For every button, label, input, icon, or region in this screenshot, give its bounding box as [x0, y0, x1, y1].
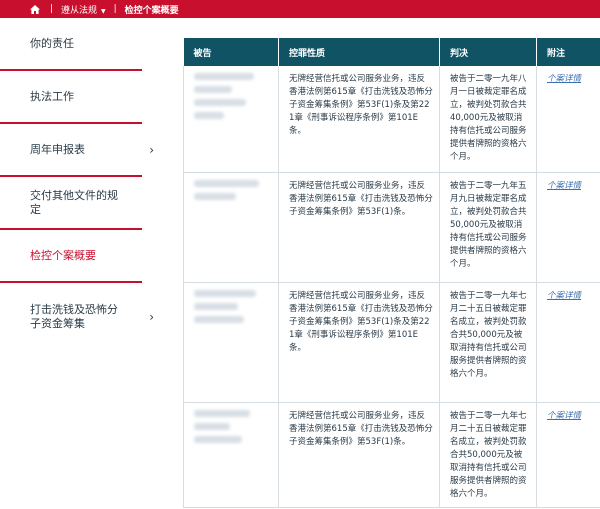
- home-icon[interactable]: [30, 4, 40, 14]
- sidebar-item-label: 你的责任: [30, 36, 74, 50]
- case-details-link[interactable]: 个案详情: [547, 181, 581, 191]
- charge-cell: 无牌经营信托或公司服务业务，违反香港法例第615章《打击洗钱及恐怖分子资金筹集条…: [278, 282, 440, 403]
- column-header-defendant: 被告: [183, 38, 279, 66]
- column-header-verdict: 判决: [439, 38, 537, 66]
- breadcrumb-bar: | 遵从法规 ▼ | 检控个案概要: [0, 0, 600, 18]
- sidebar-item-other-documents[interactable]: 交付其他文件的规定: [0, 177, 142, 230]
- verdict-cell: 被告于二零一九年五月九日被裁定罪名成立，被判处罚款合共50,000元及被取消持有…: [439, 172, 537, 283]
- table-row: 无牌经营信托或公司服务业务，违反香港法例第615章《打击洗钱及恐怖分子资金筹集条…: [183, 282, 600, 403]
- sidebar-item-label: 周年申报表: [30, 142, 85, 156]
- chevron-right-icon[interactable]: ›: [149, 310, 154, 324]
- table-row: 无牌经营信托或公司服务业务，违反香港法例第615章《打击洗钱及恐怖分子资金筹集条…: [183, 172, 600, 283]
- sidebar-item-aml[interactable]: 打击洗钱及恐怖分子资金筹集 ›: [0, 283, 154, 351]
- verdict-cell: 被告于二零一九年七月二十五日被裁定罪名成立，被判处罚款合共50,000元及被取消…: [439, 282, 537, 403]
- verdict-cell: 被告于二零一九年八月一日被裁定罪名成立，被判处罚款合共40,000元及被取消持有…: [439, 66, 537, 173]
- note-cell: 个案详情: [536, 66, 600, 173]
- sidebar-item-annual-return[interactable]: 周年申报表 ›: [0, 124, 154, 177]
- note-cell: 个案详情: [536, 402, 600, 508]
- defendant-cell-redacted: [183, 172, 279, 283]
- case-details-link[interactable]: 个案详情: [547, 411, 581, 421]
- sidebar-item-label: 打击洗钱及恐怖分子资金筹集: [30, 303, 118, 330]
- charge-cell: 无牌经营信托或公司服务业务，违反香港法例第615章《打击洗钱及恐怖分子资金筹集条…: [278, 66, 440, 173]
- defendant-cell-redacted: [183, 402, 279, 508]
- note-cell: 个案详情: [536, 282, 600, 403]
- sidebar: 你的责任 执法工作 周年申报表 › 交付其他文件的规定 检控个案概要 打击洗钱及恐…: [0, 18, 154, 351]
- case-details-link[interactable]: 个案详情: [547, 74, 581, 84]
- table-row: 无牌经营信托或公司服务业务，违反香港法例第615章《打击洗钱及恐怖分子资金筹集条…: [183, 402, 600, 508]
- breadcrumb-compliance[interactable]: 遵从法规 ▼: [61, 3, 106, 16]
- sidebar-item-enforcement[interactable]: 执法工作: [0, 71, 142, 124]
- sidebar-item-prosecution-summary[interactable]: 检控个案概要: [0, 230, 142, 283]
- defendant-cell-redacted: [183, 282, 279, 403]
- note-cell: 个案详情: [536, 172, 600, 283]
- verdict-cell: 被告于二零一九年七月二十五日被裁定罪名成立，被判处罚款合共50,000元及被取消…: [439, 402, 537, 508]
- caret-down-icon: ▼: [99, 7, 106, 15]
- breadcrumb-separator: |: [50, 4, 54, 14]
- sidebar-item-label: 执法工作: [30, 89, 74, 103]
- case-details-link[interactable]: 个案详情: [547, 291, 581, 301]
- breadcrumb-separator: |: [113, 4, 117, 14]
- defendant-cell-redacted: [183, 66, 279, 173]
- prosecution-table: 被告 控罪性质 判决 附注 无牌经营信托或公司服务业务，违反香港法例第615章《…: [183, 38, 600, 508]
- table-row: 无牌经营信托或公司服务业务，违反香港法例第615章《打击洗钱及恐怖分子资金筹集条…: [183, 66, 600, 173]
- column-header-charge: 控罪性质: [278, 38, 440, 66]
- column-header-note: 附注: [536, 38, 600, 66]
- table-header-row: 被告 控罪性质 判决 附注: [183, 38, 600, 66]
- sidebar-item-label: 交付其他文件的规定: [30, 188, 118, 216]
- chevron-right-icon[interactable]: ›: [149, 143, 154, 157]
- charge-cell: 无牌经营信托或公司服务业务，违反香港法例第615章《打击洗钱及恐怖分子资金筹集条…: [278, 172, 440, 283]
- sidebar-item-responsibilities[interactable]: 你的责任: [0, 18, 142, 71]
- charge-cell: 无牌经营信托或公司服务业务，违反香港法例第615章《打击洗钱及恐怖分子资金筹集条…: [278, 402, 440, 508]
- breadcrumb-current: 检控个案概要: [124, 5, 179, 16]
- sidebar-item-label: 检控个案概要: [30, 248, 96, 262]
